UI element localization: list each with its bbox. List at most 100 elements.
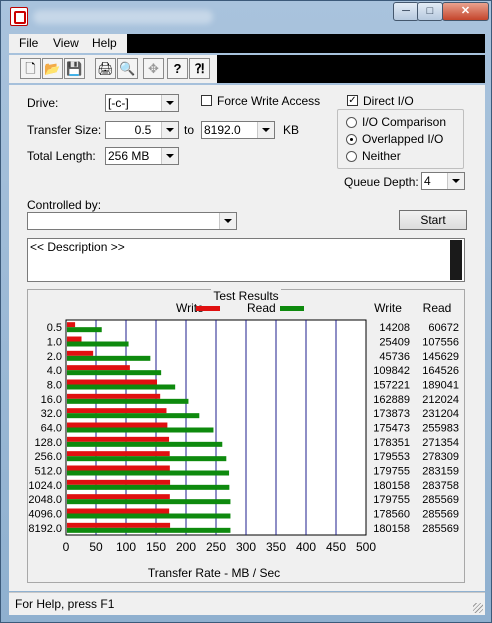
print-icon[interactable]: 🖨 xyxy=(95,58,116,79)
menu-bar: File View Help xyxy=(9,34,485,53)
write-bar xyxy=(67,379,157,385)
write-bar xyxy=(67,508,170,514)
description-box[interactable]: << Description >> xyxy=(27,238,465,282)
application-window: ─ □ ✕ File View Help 🗋 📂 💾 🖨 🔍 ✥ ? ⁈ Dri… xyxy=(0,0,492,623)
write-value: 180158 xyxy=(373,480,410,492)
category-label: 8192.0 xyxy=(28,523,62,535)
io-comparison-radio[interactable] xyxy=(346,117,357,128)
chevron-down-icon[interactable] xyxy=(161,148,178,164)
menu-view[interactable]: View xyxy=(53,36,79,50)
read-bar xyxy=(67,513,231,519)
write-bar xyxy=(67,522,171,528)
read-bar xyxy=(67,456,227,462)
chevron-down-icon[interactable] xyxy=(161,122,178,138)
x-tick-label: 50 xyxy=(89,540,103,554)
x-tick-label: 300 xyxy=(236,540,256,554)
drive-select[interactable]: [-c-] xyxy=(105,94,179,112)
transfer-size-to-select[interactable]: 8192.0 xyxy=(201,121,275,139)
total-length-label: Total Length: xyxy=(27,149,96,163)
write-bar xyxy=(67,436,170,442)
write-value: 14208 xyxy=(379,322,410,334)
write-bar xyxy=(67,365,130,371)
chevron-down-icon[interactable] xyxy=(161,95,178,111)
chevron-down-icon[interactable] xyxy=(219,213,236,229)
direct-io-label: Direct I/O xyxy=(363,94,414,108)
open-folder-icon[interactable]: 📂 xyxy=(42,58,63,79)
overlapped-io-radio[interactable] xyxy=(346,134,357,145)
neither-label: Neither xyxy=(362,149,401,163)
drive-label: Drive: xyxy=(27,96,59,110)
close-button[interactable]: ✕ xyxy=(442,2,489,21)
write-value: 179755 xyxy=(373,494,410,506)
title-bar[interactable]: ─ □ ✕ xyxy=(1,1,491,33)
io-mode-group: I/O Comparison Overlapped I/O Neither xyxy=(337,109,464,169)
read-bar xyxy=(67,370,162,376)
write-value: 179755 xyxy=(373,466,410,478)
new-file-icon[interactable]: 🗋 xyxy=(20,58,41,79)
results-chart: Write Read Write Read 0 50 100 150 200 250 300… xyxy=(28,301,459,580)
category-label: 32.0 xyxy=(41,408,62,420)
description-scrollbar[interactable] xyxy=(450,240,462,280)
transfer-size-from-select[interactable]: 0.5 xyxy=(105,121,179,139)
category-label: 64.0 xyxy=(41,423,62,435)
x-tick-label: 200 xyxy=(176,540,196,554)
write-bar xyxy=(67,465,170,471)
write-value: 157221 xyxy=(373,380,410,392)
read-bar xyxy=(67,384,176,390)
column-header-read: Read xyxy=(423,301,452,315)
neither-radio[interactable] xyxy=(346,151,357,162)
write-value: 109842 xyxy=(373,365,410,377)
io-comparison-label: I/O Comparison xyxy=(362,115,447,129)
category-label: 8.0 xyxy=(47,380,62,392)
read-bar xyxy=(67,413,200,419)
start-button[interactable]: Start xyxy=(399,210,467,230)
menu-file[interactable]: File xyxy=(19,36,38,50)
direct-io-checkbox[interactable]: ✓ xyxy=(347,95,358,106)
print-preview-icon[interactable]: 🔍 xyxy=(117,58,138,79)
status-bar: For Help, press F1 xyxy=(9,592,485,615)
queue-depth-select[interactable]: 4 xyxy=(421,172,465,190)
category-label: 2048.0 xyxy=(28,494,62,506)
x-tick-label: 400 xyxy=(296,540,316,554)
chevron-down-icon[interactable] xyxy=(447,173,464,189)
write-value: 180158 xyxy=(373,523,410,535)
read-value: 271354 xyxy=(422,437,459,449)
context-help-icon[interactable]: ⁈ xyxy=(189,58,210,79)
write-bar xyxy=(67,322,76,328)
chevron-down-icon[interactable] xyxy=(257,122,274,138)
read-bar xyxy=(67,341,129,347)
queue-depth-value: 4 xyxy=(424,174,431,188)
read-bar xyxy=(67,327,102,333)
overlapped-io-label: Overlapped I/O xyxy=(362,132,444,146)
maximize-button[interactable]: □ xyxy=(417,2,443,21)
write-bar xyxy=(67,479,171,485)
legend-read-swatch xyxy=(280,306,304,311)
resize-grip-icon[interactable] xyxy=(473,603,483,613)
controlled-by-select[interactable] xyxy=(27,212,237,230)
write-value: 178560 xyxy=(373,509,410,521)
x-tick-label: 500 xyxy=(356,540,376,554)
read-value: 285569 xyxy=(422,509,459,521)
read-bar xyxy=(67,441,223,447)
read-value: 283159 xyxy=(422,466,459,478)
read-bar xyxy=(67,355,151,361)
x-tick-label: 450 xyxy=(326,540,346,554)
x-tick-label: 250 xyxy=(206,540,226,554)
force-write-checkbox[interactable] xyxy=(201,95,212,106)
total-length-select[interactable]: 256 MB xyxy=(105,147,179,165)
app-icon[interactable] xyxy=(10,7,28,26)
write-bar xyxy=(67,494,170,500)
move-icon[interactable]: ✥ xyxy=(143,58,164,79)
menu-help[interactable]: Help xyxy=(92,36,117,50)
kb-unit-label: KB xyxy=(283,123,300,137)
write-value: 162889 xyxy=(373,394,410,406)
category-label: 128.0 xyxy=(34,437,62,449)
save-icon[interactable]: 💾 xyxy=(64,58,85,79)
help-icon[interactable]: ? xyxy=(167,58,188,79)
category-label: 1024.0 xyxy=(28,480,62,492)
read-bar xyxy=(67,499,231,505)
minimize-button[interactable]: ─ xyxy=(393,2,419,21)
category-label: 512.0 xyxy=(34,466,62,478)
read-value: 285569 xyxy=(422,523,459,535)
read-bar xyxy=(67,427,214,433)
